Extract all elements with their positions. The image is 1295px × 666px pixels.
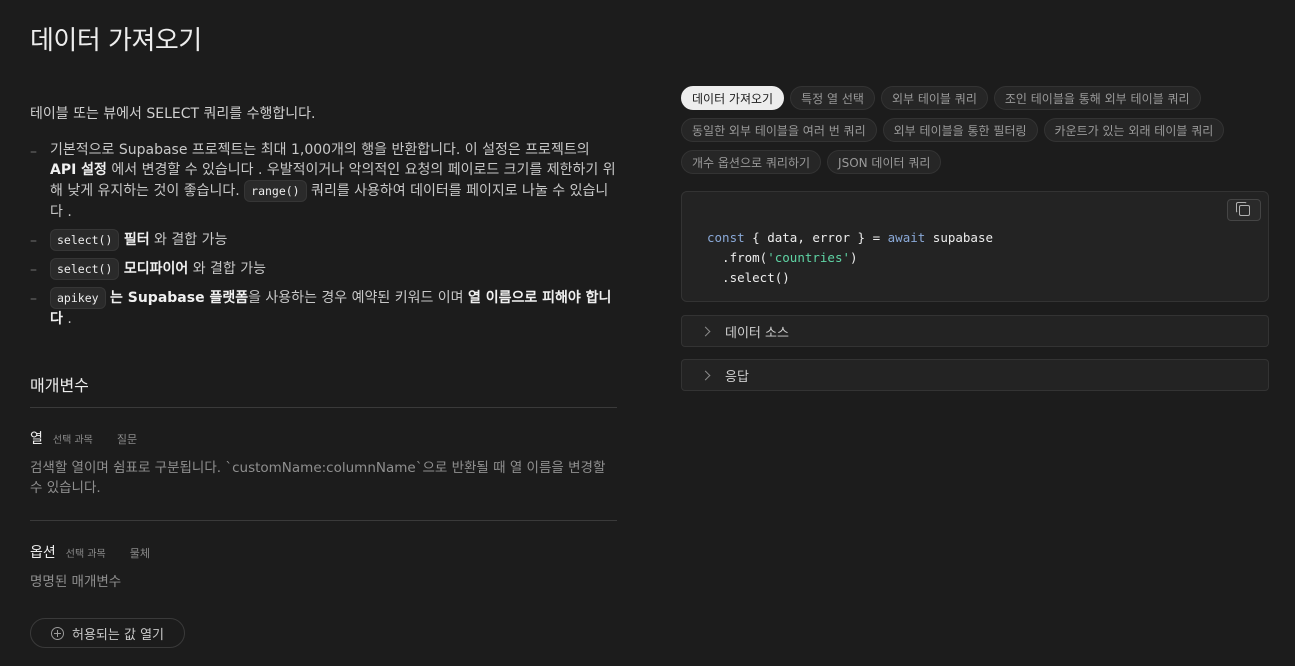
- chevron-right-icon: [700, 326, 711, 336]
- accordion-data-source[interactable]: 데이터 소스: [681, 315, 1269, 347]
- bullet-dash: –: [30, 262, 37, 278]
- tab-json-data[interactable]: JSON 데이터 쿼리: [827, 150, 942, 174]
- param-description: 검색할 열이며 쉼표로 구분됩니다. `customName:columnNam…: [30, 460, 606, 496]
- copy-button[interactable]: [1227, 199, 1261, 221]
- page-title: 데이터 가져오기: [30, 26, 202, 56]
- apikey-code-chip: apikey: [50, 287, 106, 309]
- tab-filter-foreign-tables[interactable]: 외부 테이블을 통한 필터링: [882, 118, 1038, 142]
- select-code-chip: select(): [50, 229, 120, 251]
- divider: [30, 407, 617, 408]
- param-type: 물체: [129, 547, 150, 560]
- modifiers-link[interactable]: 모디파이어: [124, 261, 188, 277]
- param-type: 질문: [116, 433, 138, 446]
- expand-label: 허용되는 값 열기: [72, 627, 164, 643]
- range-code-chip[interactable]: range(): [244, 180, 307, 202]
- tab-fetch-data[interactable]: 데이터 가져오기: [681, 86, 785, 110]
- bullet-dash: –: [30, 291, 37, 307]
- tab-query-with-count[interactable]: 카운트가 있는 외래 테이블 쿼리: [1043, 118, 1225, 142]
- plus-circle-icon: [51, 626, 64, 640]
- param-optional-label: 선택 과목: [52, 435, 93, 446]
- tab-count-option[interactable]: 개수 옵션으로 쿼리하기: [681, 150, 822, 174]
- param-optional-label: 선택 과목: [65, 549, 106, 560]
- copy-icon: [1235, 201, 1250, 216]
- divider: [30, 520, 617, 521]
- param-description: 명명된 매개변수: [30, 574, 122, 590]
- select-code-chip: select(): [50, 258, 120, 280]
- bullet-dash: –: [30, 144, 37, 160]
- api-settings-link[interactable]: API 설정: [50, 162, 107, 178]
- accordion-label: 데이터 소스: [725, 325, 789, 341]
- chevron-right-icon: [700, 370, 711, 380]
- accordion-label: 응답: [725, 369, 749, 385]
- note-item: – select() 모디파이어 와 결합 가능: [30, 258, 617, 280]
- tab-query-same-foreign-table[interactable]: 동일한 외부 테이블을 여러 번 쿼리: [681, 118, 877, 142]
- filters-link[interactable]: 필터: [124, 232, 150, 248]
- tab-query-foreign-tables[interactable]: 외부 테이블 쿼리: [880, 86, 988, 110]
- param-options: 옵션 선택 과목 물체 명명된 매개변수: [30, 542, 617, 592]
- note-item: – apikey 는 Supabase 플랫폼을 사용하는 경우 예약된 키워드…: [30, 287, 617, 329]
- accordion-response[interactable]: 응답: [681, 359, 1269, 391]
- expand-accepted-values-button[interactable]: 허용되는 값 열기: [30, 618, 185, 648]
- note-item: – 기본적으로 Supabase 프로젝트는 최대 1,000개의 행을 반환합…: [30, 142, 616, 220]
- code-block: const { data, error } = await supabase .…: [707, 230, 994, 285]
- param-name: 열: [30, 431, 43, 447]
- tab-select-columns[interactable]: 특정 열 선택: [790, 86, 875, 110]
- note-item: – select() 필터 와 결합 가능: [30, 229, 617, 251]
- tab-query-via-join-table[interactable]: 조인 테이블을 통해 외부 테이블 쿼리: [993, 86, 1201, 110]
- bullet-dash: –: [30, 233, 37, 249]
- notes-list: – 기본적으로 Supabase 프로젝트는 최대 1,000개의 행을 반환합…: [30, 140, 617, 336]
- param-columns: 열 선택 과목 질문 검색할 열이며 쉼표로 구분됩니다. `customNam…: [30, 428, 617, 498]
- code-example: const { data, error } = await supabase .…: [681, 191, 1269, 302]
- param-name: 옵션: [30, 545, 56, 561]
- page-intro: 테이블 또는 뷰에서 SELECT 쿼리를 수행합니다.: [30, 106, 316, 122]
- example-tabs: 데이터 가져오기 특정 열 선택 외부 테이블 쿼리 조인 테이블을 통해 외부…: [681, 86, 1269, 174]
- parameters-heading: 매개변수: [30, 376, 89, 395]
